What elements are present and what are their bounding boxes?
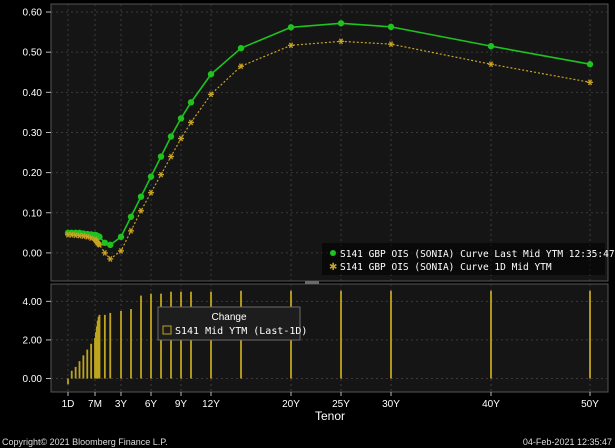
change-bar [340,290,342,379]
change-bar [78,361,81,379]
change-bar [74,366,77,379]
change-bar [98,314,101,379]
curve-point-last [586,61,594,68]
curve-point-last [127,213,135,220]
x-tick-label: 9Y [175,399,188,410]
x-tick-label: 3Y [115,399,128,410]
x-tick-label: 30Y [382,399,400,410]
y-tick-label-top: 0.10 [23,208,43,219]
curve-point-last [337,20,345,27]
change-bar [130,309,132,379]
change-bar [150,293,152,379]
top-legend: S141 GBP OIS (SONIA) Curve Last Mid YTM … [322,243,615,275]
curve-point-last [137,193,145,200]
bottom-panel-background [50,283,609,393]
legend-marker-last [330,250,336,256]
y-tick-label-top: 0.40 [23,88,43,99]
change-bar [70,370,73,379]
panel-divider-handle[interactable] [305,281,319,284]
y-tick-label-top: 0.00 [23,248,43,259]
legend-label-last: S141 GBP OIS (SONIA) Curve Last Mid YTM … [340,249,615,260]
legend-marker-1d: ✱ [329,262,337,273]
x-tick-label: 7M [88,399,102,410]
change-bar [90,343,93,379]
curve-point-last [167,133,175,140]
bottom-legend: Change S141 Mid YTM (Last-1D) [157,306,307,341]
x-tick-label: 20Y [282,399,300,410]
curve-point-last [287,24,295,31]
curve-point-last [207,71,215,78]
top-panel-background [50,3,609,282]
change-bar [390,290,392,379]
curve-point-last [237,44,245,52]
y-tick-label-bottom: 4.00 [23,297,43,308]
copyright-text: Copyright© 2021 Bloomberg Finance L.P. [2,437,168,447]
x-axis-label: Tenor [315,409,345,423]
legend-label-1d: S141 GBP OIS (SONIA) Curve 1D Mid YTM [340,262,552,273]
x-tick-label: 1D [62,399,75,410]
x-tick-label: 50Y [581,399,599,410]
curve-point-last [387,23,395,31]
change-bar [120,311,122,379]
curve-point-last [147,173,155,180]
change-bar [589,290,591,379]
change-bar [109,312,112,379]
timestamp-text: 04-Feb-2021 12:35:47 [522,437,612,447]
y-tick-label-bottom: 0.00 [23,374,43,385]
curve-point-last [107,241,114,249]
curve-point-last [117,233,125,241]
curve-point-last [157,153,165,160]
y-tick-label-bottom: 2.00 [23,335,43,346]
bottom-legend-title: Change [211,312,246,323]
curve-point-last [487,42,495,50]
change-bar [490,290,492,379]
x-tick-label: 12Y [202,399,220,410]
y-tick-label-top: 0.20 [23,168,43,179]
change-bar [67,378,69,385]
change-bar [103,314,106,379]
curve-point-last [177,115,185,122]
y-tick-label-top: 0.60 [23,8,43,19]
x-tick-label: 40Y [482,399,500,410]
y-tick-label-top: 0.30 [23,128,43,139]
x-tick-label: 6Y [145,399,158,410]
change-bar [86,349,89,379]
sonia-curve-chart: 1D 7M 3Y 6Y 9Y 12Y 20Y 25Y 30Y 40Y 50Y0.000.100.20… [23,3,615,423]
bottom-legend-label: S141 Mid YTM (Last-1D) [175,326,307,337]
curve-point-last [187,99,195,106]
change-bar [140,295,142,379]
change-bar [82,355,85,379]
y-tick-label-top: 0.50 [23,48,43,59]
